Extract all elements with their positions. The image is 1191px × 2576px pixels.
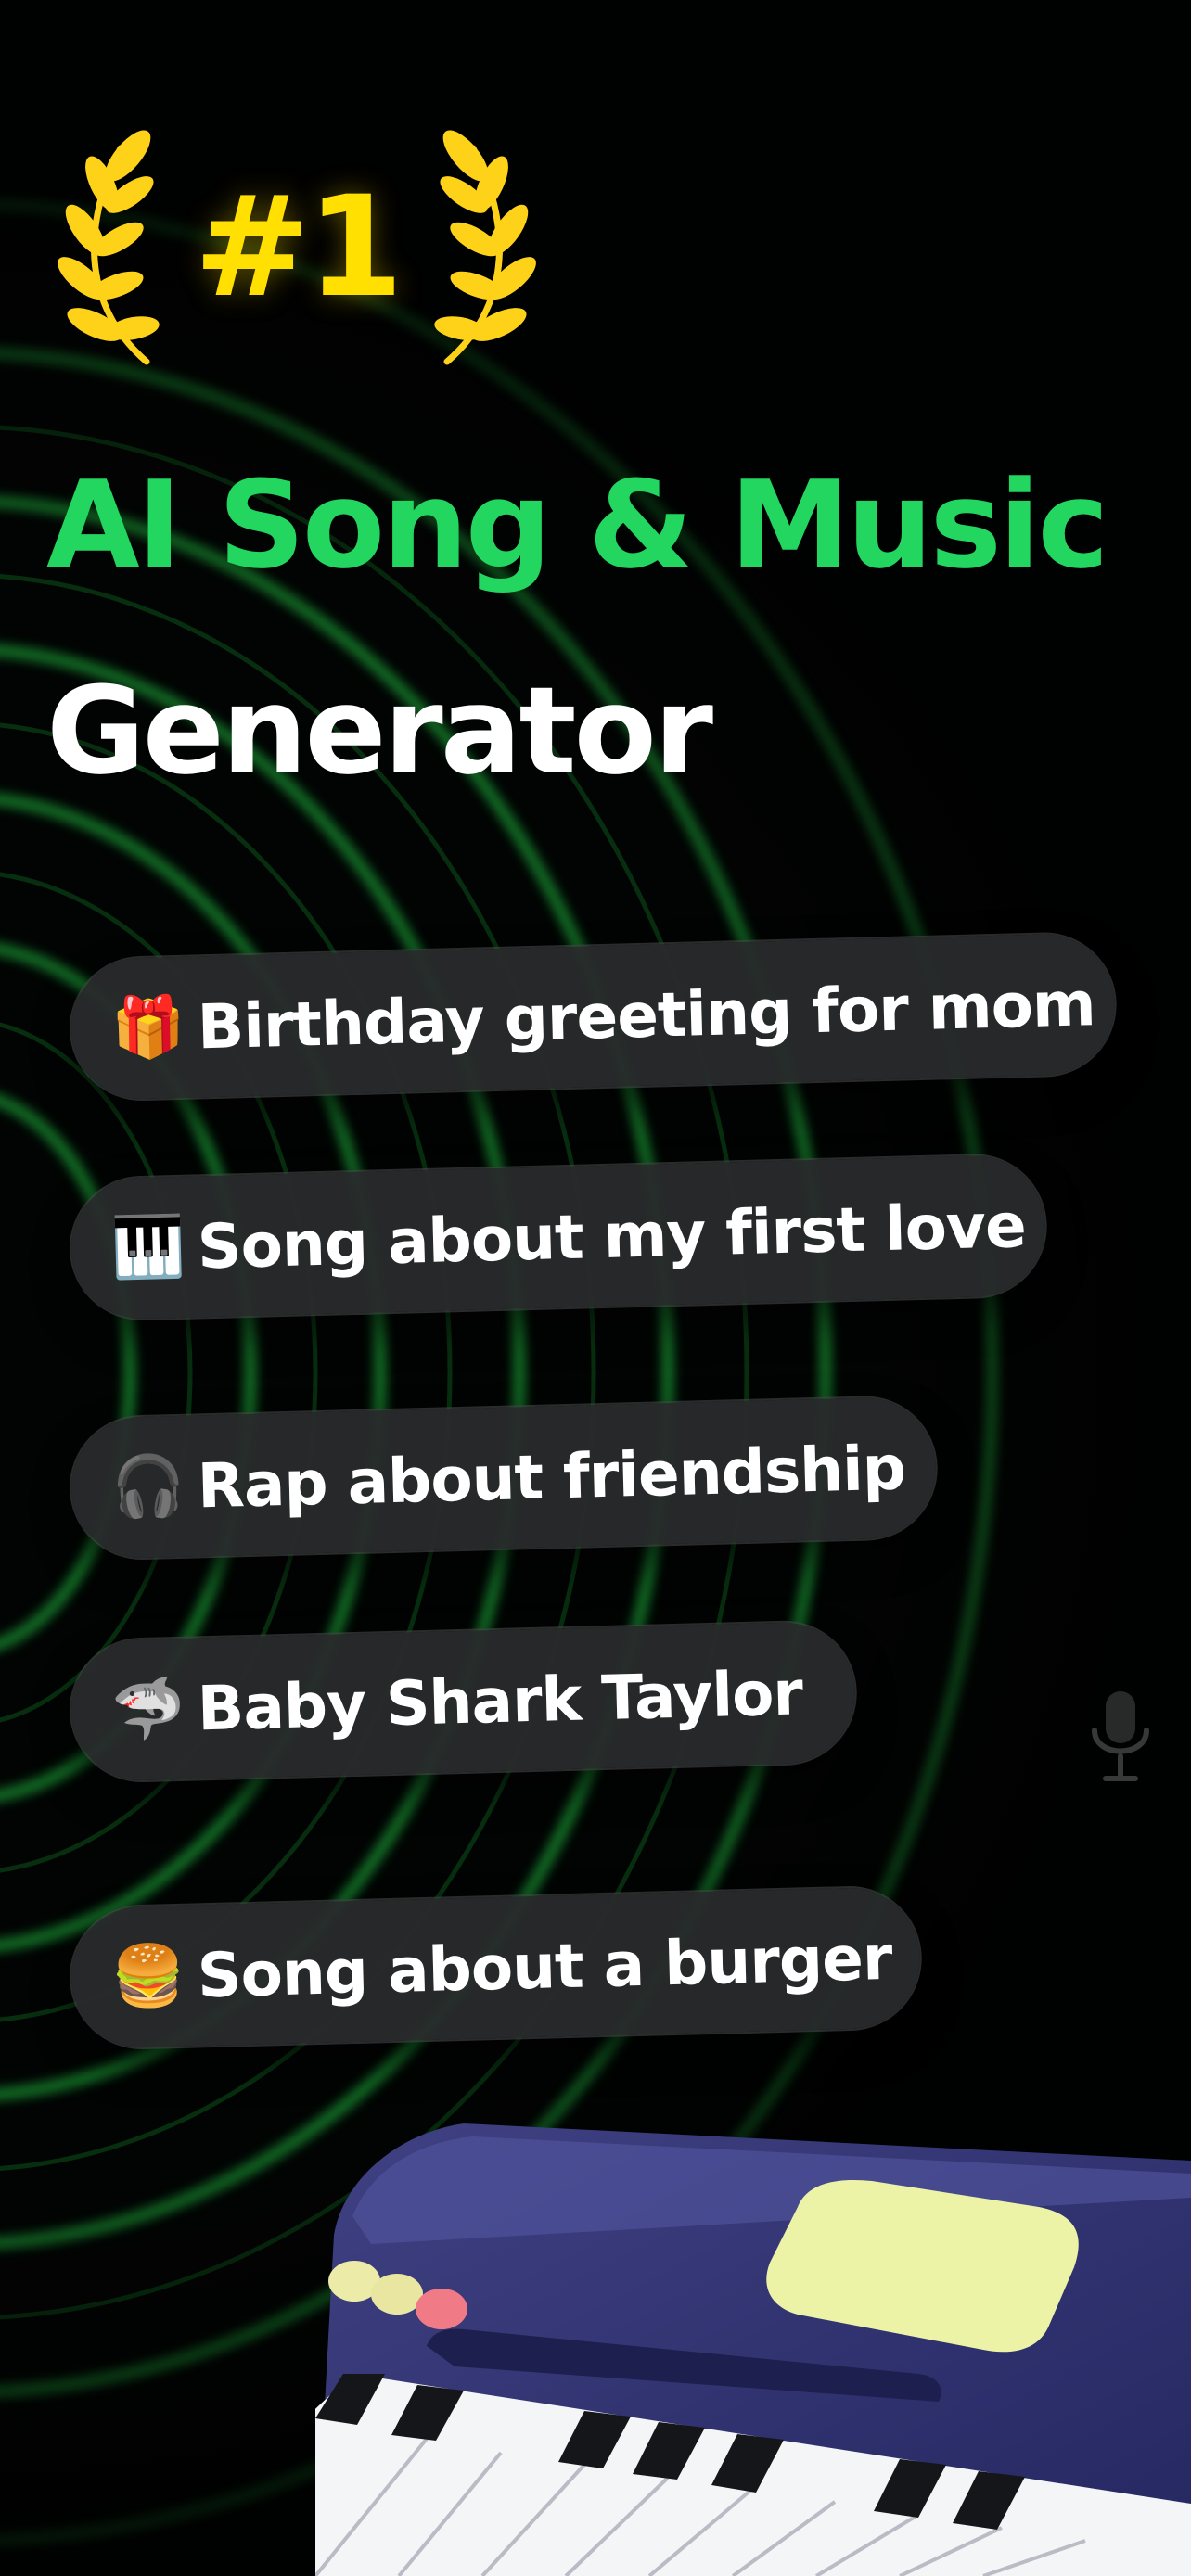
headline-main: Generator xyxy=(46,660,713,801)
prompt-chip-friendship[interactable]: 🎧 Rap about friendship xyxy=(70,1396,938,1560)
promo-screen: #1 AI Song & Music Generator 🎁 Birthday … xyxy=(0,0,1191,2576)
prompt-chip-burger[interactable]: 🍔 Song about a burger xyxy=(70,1886,922,2049)
prompt-chip-label: Baby Shark Taylor xyxy=(196,1656,803,1744)
shark-icon: 🦈 xyxy=(110,1674,186,1745)
piano-keys-icon: 🎹 xyxy=(110,1212,186,1283)
microphone-icon xyxy=(1092,1691,1149,1781)
prompt-chip-label: Song about my first love xyxy=(196,1189,1027,1282)
burger-icon: 🍔 xyxy=(110,1941,186,2012)
prompt-chip-first-love[interactable]: 🎹 Song about my first love xyxy=(70,1154,1047,1320)
prompt-chip-birthday[interactable]: 🎁 Birthday greeting for mom xyxy=(70,932,1117,1101)
gift-icon: 🎁 xyxy=(110,992,186,1064)
prompt-chip-label: Song about a burger xyxy=(196,1921,893,2011)
headphones-icon: 🎧 xyxy=(110,1451,186,1523)
synth-keyboard-illustration xyxy=(315,2123,1191,2576)
prompt-chip-baby-shark[interactable]: 🦈 Baby Shark Taylor xyxy=(70,1620,857,1782)
headline-accent: AI Song & Music xyxy=(46,454,1109,595)
rank-badge: #1 xyxy=(37,130,557,371)
prompt-chip-label: Rap about friendship xyxy=(196,1431,906,1522)
laurel-right-icon xyxy=(434,130,536,365)
prompt-chip-label: Birthday greeting for mom xyxy=(196,967,1096,1063)
